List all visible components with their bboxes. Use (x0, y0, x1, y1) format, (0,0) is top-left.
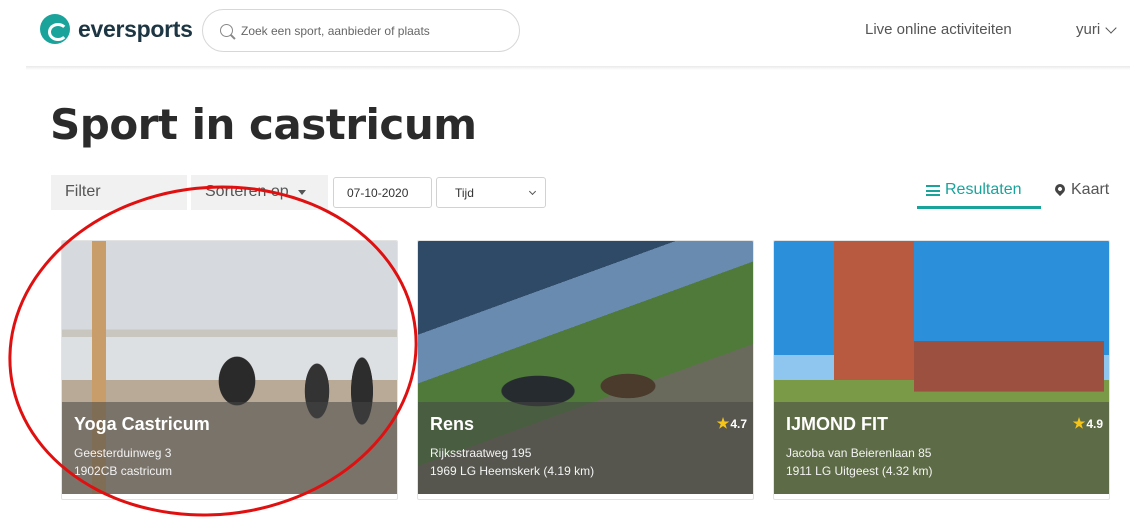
tab-results[interactable]: Resultaten (917, 176, 1041, 209)
venue-rating-value: 4.7 (730, 416, 747, 431)
sort-label: Sorteren op (205, 183, 289, 200)
tab-results-label: Resultaten (945, 181, 1022, 198)
search-icon (220, 24, 233, 37)
venue-address: Rijksstraatweg 195 1969 LG Heemskerk (4.… (430, 444, 741, 480)
list-icon (926, 185, 940, 196)
logo-icon (40, 14, 70, 44)
caret-down-icon (297, 190, 306, 195)
user-name: yuri (1076, 21, 1101, 38)
date-value: 07-10-2020 (347, 186, 409, 200)
venue-address-line2: 1969 LG Heemskerk (4.19 km) (430, 464, 595, 478)
venue-info: IJMOND FIT ★ 4.9 Jacoba van Beierenlaan … (774, 402, 1109, 494)
venue-rating-value: 4.9 (1086, 416, 1103, 431)
page-title: Sport in castricum (50, 100, 477, 149)
search-input[interactable] (241, 23, 511, 38)
venue-address-line1: Jacoba van Beierenlaan 85 (786, 446, 932, 460)
venue-card[interactable]: IJMOND FIT ★ 4.9 Jacoba van Beierenlaan … (773, 240, 1110, 500)
filter-button[interactable]: Filter (51, 175, 187, 210)
logo-text: eversports (78, 15, 193, 42)
venue-address: Jacoba van Beierenlaan 85 1911 LG Uitgee… (786, 444, 1097, 480)
filter-label: Filter (65, 183, 101, 200)
top-header: eversports Live online activiteiten yuri (0, 0, 1130, 66)
user-menu[interactable]: yuri (1076, 21, 1117, 38)
venue-card[interactable]: Rens ★ 4.7 Rijksstraatweg 195 1969 LG He… (417, 240, 754, 500)
tab-map-label: Kaart (1071, 181, 1110, 198)
time-value: Tijd (455, 186, 474, 200)
header-divider (26, 66, 1130, 70)
venue-name: Yoga Castricum (74, 414, 210, 434)
venue-name: Rens (430, 414, 475, 434)
chevron-down-icon (528, 187, 537, 196)
venue-name: IJMOND FIT (786, 414, 888, 434)
tab-map[interactable]: Kaart (1052, 181, 1110, 199)
venue-address: Geesterduinweg 3 1902CB castricum (74, 444, 385, 480)
venue-address-line2: 1902CB castricum (74, 464, 173, 478)
venue-address-line1: Geesterduinweg 3 (74, 446, 172, 460)
venue-address-line1: Rijksstraatweg 195 (430, 446, 532, 460)
venue-info: Rens ★ 4.7 Rijksstraatweg 195 1969 LG He… (418, 402, 753, 494)
venue-card[interactable]: Yoga Castricum Geesterduinweg 3 1902CB c… (61, 240, 398, 500)
map-pin-icon (1052, 181, 1068, 197)
nav-live-online-link[interactable]: Live online activiteiten (865, 21, 1012, 38)
chevron-down-icon (1105, 21, 1117, 34)
time-select[interactable]: Tijd (436, 177, 546, 208)
venue-info: Yoga Castricum Geesterduinweg 3 1902CB c… (62, 402, 397, 494)
eversports-logo[interactable]: eversports (40, 14, 193, 44)
venue-rating: ★ 4.9 (1073, 415, 1103, 432)
star-icon: ★ (1072, 415, 1086, 431)
star-icon: ★ (716, 415, 730, 431)
date-input[interactable]: 07-10-2020 (333, 177, 432, 208)
venue-address-line2: 1911 LG Uitgeest (4.32 km) (786, 464, 933, 478)
venue-rating: ★ 4.7 (717, 415, 747, 432)
sort-dropdown[interactable]: Sorteren op (191, 175, 328, 210)
search-bar[interactable] (202, 9, 520, 52)
